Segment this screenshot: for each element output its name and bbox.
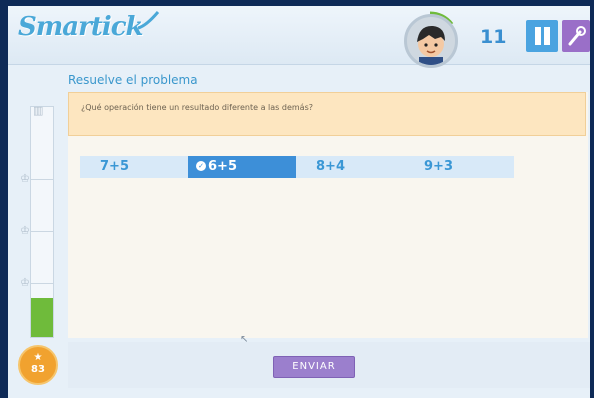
- answer-options: 7+5 ✓ 6+5 8+4 9+3: [80, 156, 514, 178]
- progress-tick: [31, 179, 53, 180]
- answer-label: 9+3: [424, 159, 453, 174]
- progress-tick: [31, 231, 53, 232]
- progress-meter: [30, 106, 54, 338]
- medal-icon: ♔: [20, 276, 30, 289]
- medal-icon: ♔: [20, 224, 30, 237]
- exercise-title: Resuelve el problema: [68, 73, 198, 87]
- progress-tick: [31, 283, 53, 284]
- wrench-icon: [568, 26, 586, 46]
- answer-label: 8+4: [316, 159, 345, 174]
- score-counter: 11: [480, 26, 507, 48]
- answer-option[interactable]: 8+4: [296, 156, 404, 178]
- answer-option[interactable]: 7+5: [80, 156, 188, 178]
- avatar-icon: [417, 25, 445, 65]
- answer-label: 6+5: [208, 159, 237, 174]
- logo: Smartick: [18, 12, 144, 42]
- mouse-cursor-icon: ↖: [240, 334, 249, 345]
- coin-counter: ★ 83: [18, 345, 58, 385]
- avatar[interactable]: [404, 14, 458, 68]
- answer-option-selected[interactable]: ✓ 6+5: [188, 156, 296, 178]
- medal-icon: ▥: [33, 104, 44, 117]
- coin-count: 83: [31, 364, 45, 375]
- app-frame: Smartick 11 ▥ ♔ ♔ ♔ ★ 83 Resuelve el pro…: [8, 6, 590, 398]
- check-icon: ✓: [196, 161, 206, 171]
- header: Smartick 11: [8, 6, 590, 68]
- pause-button[interactable]: [526, 20, 558, 52]
- submit-button[interactable]: ENVIAR: [273, 356, 355, 378]
- settings-button[interactable]: [562, 20, 590, 52]
- exercise-panel: ¿Qué operación tiene un resultado difere…: [68, 92, 588, 338]
- progress-fill: [31, 297, 53, 337]
- answer-label: 7+5: [100, 159, 129, 174]
- star-icon: ★: [33, 352, 43, 363]
- medal-icon: ♔: [20, 172, 30, 185]
- answer-option[interactable]: 9+3: [404, 156, 512, 178]
- question-text: ¿Qué operación tiene un resultado difere…: [68, 92, 586, 136]
- logo-swoosh-icon: [137, 11, 160, 30]
